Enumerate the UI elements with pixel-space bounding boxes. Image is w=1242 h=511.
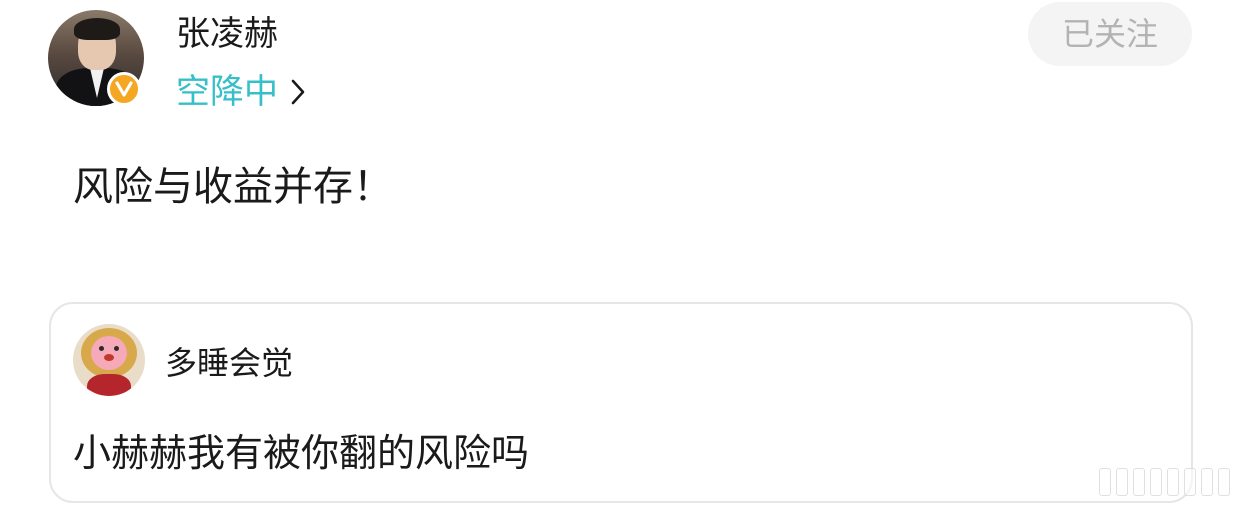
author-tag-label: 空降中 [176, 72, 278, 112]
quoted-post-text: 小赫赫我有被你翻的风险吗 [73, 431, 530, 475]
avatar-head-shape [91, 336, 127, 370]
watermark-bar [1116, 468, 1128, 496]
author-tag-link[interactable]: 空降中 [176, 70, 312, 114]
quoted-post-card[interactable]: 多睡会觉 小赫赫我有被你翻的风险吗 [49, 302, 1193, 503]
verified-v-badge-icon [107, 72, 141, 106]
watermark-bars [1030, 462, 1230, 502]
watermark-bar [1218, 468, 1230, 496]
avatar-nose [104, 354, 114, 361]
quoted-author-avatar[interactable] [73, 324, 145, 396]
post-body-text: 风险与收益并存！ [73, 164, 393, 210]
watermark-bar [1099, 468, 1111, 496]
avatar-body-shape [87, 374, 131, 396]
watermark-bar [1133, 468, 1145, 496]
avatar-hair-shape [74, 18, 120, 40]
chevron-right-icon [290, 77, 312, 107]
watermark-bar [1201, 468, 1213, 496]
avatar-left-eye [99, 346, 104, 351]
avatar-right-eye [114, 346, 119, 351]
quoted-author-name[interactable]: 多睡会觉 [165, 342, 293, 384]
watermark-bar [1167, 468, 1179, 496]
verified-v-glyph [115, 81, 133, 97]
author-name[interactable]: 张凌赫 [176, 12, 278, 56]
watermark-bar [1150, 468, 1162, 496]
watermark-bar [1184, 468, 1196, 496]
follow-button[interactable]: 已关注 [1028, 2, 1192, 66]
